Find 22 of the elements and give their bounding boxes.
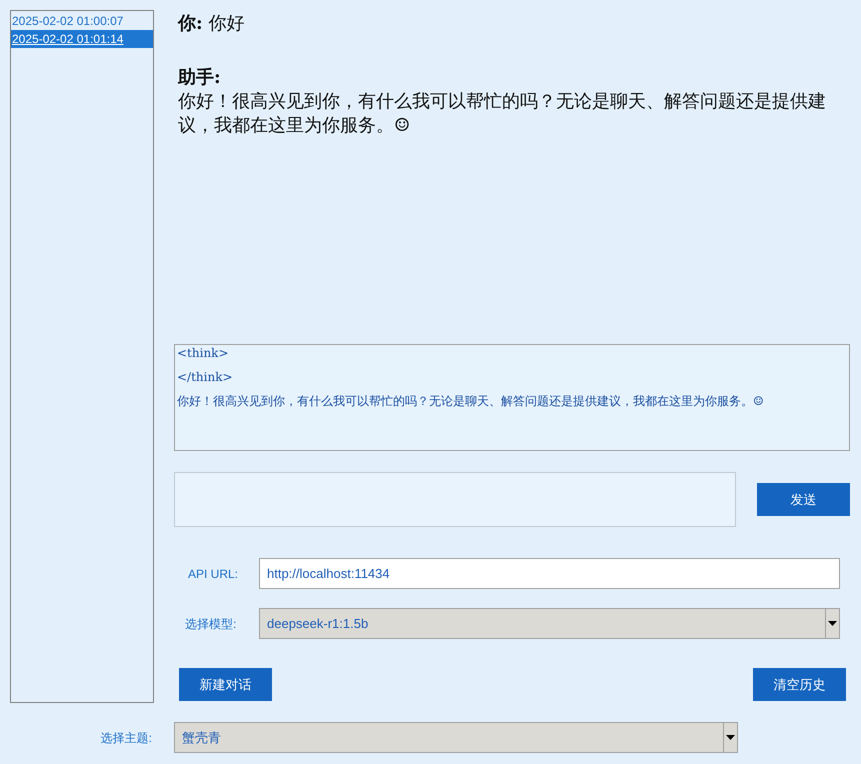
history-item[interactable]: 2025-02-02 01:00:07 <box>11 12 153 30</box>
message-text: 你好！很高兴见到你，有什么我可以帮忙的吗？无论是聊天、解答问题还是提供建议，我都在这里为你服务。☺ <box>178 90 827 138</box>
send-button[interactable]: 发送 <box>757 483 850 516</box>
history-list[interactable]: 2025-02-02 01:00:07 2025-02-02 01:01:14 <box>10 10 154 703</box>
model-value: deepseek-r1:1.5b <box>266 614 370 633</box>
message-input[interactable] <box>174 472 736 527</box>
clear-history-button[interactable]: 清空历史 <box>753 668 846 701</box>
theme-label: 选择主题: <box>100 730 153 746</box>
api-url-label: API URL: <box>187 566 240 582</box>
api-url-field[interactable]: http://localhost:11434 <box>259 558 840 589</box>
dropdown-arrow-icon <box>828 621 837 626</box>
model-label: 选择模型: <box>184 616 238 632</box>
message-text: 你好 <box>208 12 245 36</box>
new-chat-button[interactable]: 新建对话 <box>179 668 272 701</box>
theme-value: 蟹壳青 <box>181 728 222 747</box>
role-label: 助手: <box>178 66 221 90</box>
output-text-area: <think> </think> 你好！很高兴见到你，有什么我可以帮忙的吗？无论是聊天、解答问题还是提供建议，我都在这里为你服务。☺ <box>174 344 850 451</box>
role-label: 你: <box>178 12 203 36</box>
dropdown-arrow-icon <box>726 735 735 740</box>
model-dropdown[interactable]: deepseek-r1:1.5b <box>259 608 840 639</box>
theme-dropdown[interactable]: 蟹壳青 <box>174 722 738 753</box>
history-item[interactable]: 2025-02-02 01:01:14 <box>11 30 153 48</box>
